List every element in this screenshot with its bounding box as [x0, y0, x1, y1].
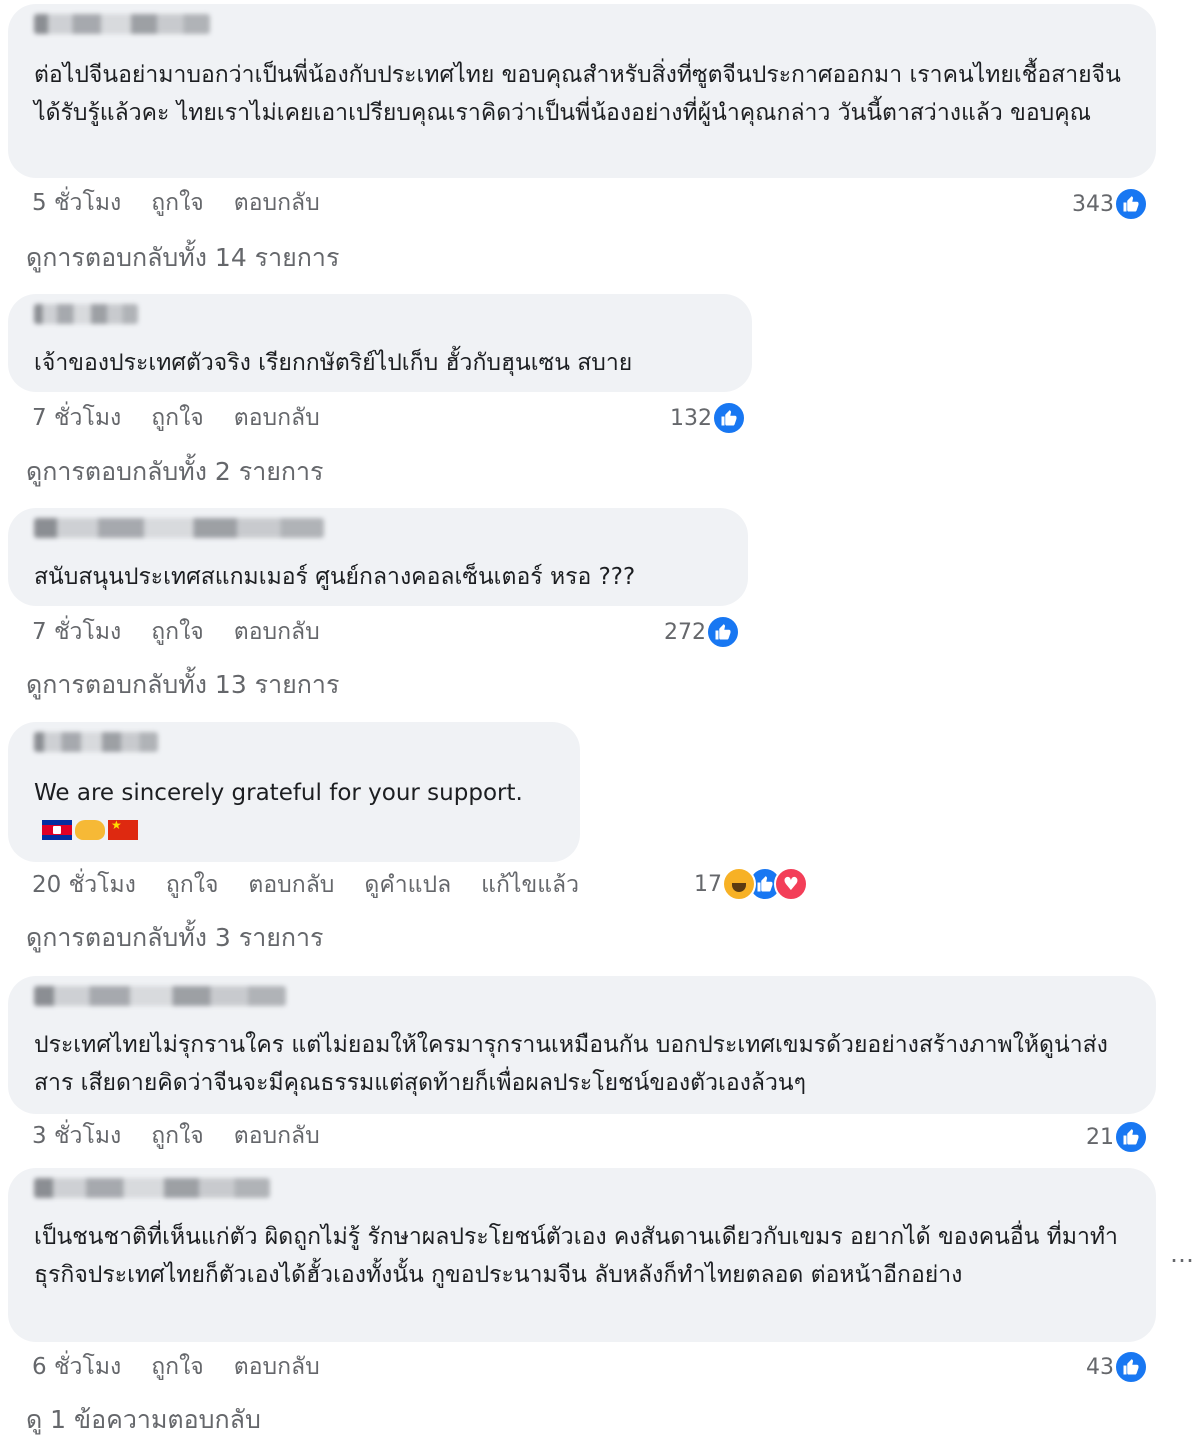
- comment-text: ต่อไปจีนอย่ามาบอกว่าเป็นพี่น้องกับประเทศ…: [34, 62, 1121, 126]
- love-reaction-icon: ♥: [774, 867, 808, 901]
- china-flag-icon: [108, 818, 138, 840]
- reply-button[interactable]: ตอบกลับ: [234, 1118, 320, 1154]
- emoji-row: [42, 818, 138, 840]
- comment-time[interactable]: 5 ชั่วโมง: [32, 185, 121, 221]
- reaction-count: 17: [694, 871, 722, 897]
- like-button[interactable]: ถูกใจ: [151, 1118, 204, 1154]
- comment-bubble: สนับสนุนประเทศสแกมเมอร์ ศูนย์กลางคอลเซ็น…: [8, 508, 748, 606]
- reaction-summary[interactable]: 21: [1086, 1119, 1148, 1155]
- reaction-count: 272: [664, 619, 706, 645]
- comment-actions: 3 ชั่วโมง ถูกใจ ตอบกลับ: [32, 1121, 350, 1151]
- like-thumb-icon: [706, 615, 740, 649]
- comment-bubble: เจ้าของประเทศตัวจริง เรียกกษัตริย์ไปเก็บ…: [8, 294, 752, 392]
- author-name-blurred[interactable]: [34, 304, 138, 324]
- reaction-count: 132: [670, 405, 712, 431]
- comment-time[interactable]: 3 ชั่วโมง: [32, 1118, 121, 1154]
- comment-time[interactable]: 7 ชั่วโมง: [32, 400, 121, 436]
- reaction-summary[interactable]: 132: [670, 400, 746, 436]
- reply-button[interactable]: ตอบกลับ: [234, 185, 320, 221]
- like-button[interactable]: ถูกใจ: [151, 400, 204, 436]
- comment-bubble: We are sincerely grateful for your suppo…: [8, 722, 580, 862]
- comment-text: We are sincerely grateful for your suppo…: [34, 780, 523, 806]
- more-options-icon[interactable]: …: [1170, 1240, 1194, 1268]
- like-thumb-icon: [1114, 1350, 1148, 1384]
- comment-bubble: เป็นชนชาติที่เห็นแก่ตัว ผิดถูกไม่รู้ รัก…: [8, 1168, 1156, 1342]
- cambodia-flag-icon: [42, 820, 72, 840]
- reaction-count: 21: [1086, 1124, 1114, 1150]
- reaction-count: 343: [1072, 191, 1114, 217]
- comment-text: ประเทศไทยไม่รุกรานใคร แต่ไม่ยอมให้ใครมาร…: [34, 1032, 1108, 1096]
- author-name-blurred[interactable]: [34, 986, 286, 1006]
- view-replies-link[interactable]: ดู 1 ข้อความตอบกลับ: [26, 1402, 261, 1438]
- view-replies-link[interactable]: ดูการตอบกลับทั้ง 13 รายการ: [26, 667, 339, 703]
- comment-text: สนับสนุนประเทศสแกมเมอร์ ศูนย์กลางคอลเซ็น…: [34, 564, 636, 590]
- reply-button[interactable]: ตอบกลับ: [234, 1349, 320, 1385]
- handshake-icon: [75, 820, 105, 840]
- reply-button[interactable]: ตอบกลับ: [234, 400, 320, 436]
- comment-text: เป็นชนชาติที่เห็นแก่ตัว ผิดถูกไม่รู้ รัก…: [34, 1224, 1118, 1288]
- haha-reaction-icon: [722, 867, 756, 901]
- author-name-blurred[interactable]: [34, 1178, 270, 1198]
- comment-time[interactable]: 7 ชั่วโมง: [32, 614, 121, 650]
- reaction-summary[interactable]: 343: [1072, 186, 1148, 222]
- reply-button[interactable]: ตอบกลับ: [248, 867, 334, 903]
- like-button[interactable]: ถูกใจ: [151, 1349, 204, 1385]
- edited-label: แก้ไขแล้ว: [481, 872, 580, 898]
- like-thumb-icon: [1114, 187, 1148, 221]
- comment-actions: 20 ชั่วโมง ถูกใจ ตอบกลับ ดูคำแปล แก้ไขแล…: [32, 870, 609, 900]
- comment-actions: 7 ชั่วโมง ถูกใจ ตอบกลับ: [32, 403, 350, 433]
- like-thumb-icon: [712, 401, 746, 435]
- reaction-summary[interactable]: 272: [664, 614, 740, 650]
- comment-actions: 5 ชั่วโมง ถูกใจ ตอบกลับ: [32, 188, 350, 218]
- like-button[interactable]: ถูกใจ: [151, 185, 204, 221]
- reply-button[interactable]: ตอบกลับ: [234, 614, 320, 650]
- comment-time[interactable]: 6 ชั่วโมง: [32, 1349, 121, 1385]
- view-replies-link[interactable]: ดูการตอบกลับทั้ง 14 รายการ: [26, 240, 339, 276]
- comment-bubble: ประเทศไทยไม่รุกรานใคร แต่ไม่ยอมให้ใครมาร…: [8, 976, 1156, 1114]
- author-name-blurred[interactable]: [34, 518, 324, 538]
- comment-actions: 6 ชั่วโมง ถูกใจ ตอบกลับ: [32, 1352, 350, 1382]
- reaction-summary[interactable]: 43: [1086, 1349, 1148, 1385]
- like-button[interactable]: ถูกใจ: [151, 614, 204, 650]
- author-name-blurred[interactable]: [34, 732, 158, 752]
- comment-bubble: ต่อไปจีนอย่ามาบอกว่าเป็นพี่น้องกับประเทศ…: [8, 4, 1156, 178]
- comment-text: เจ้าของประเทศตัวจริง เรียกกษัตริย์ไปเก็บ…: [34, 350, 633, 376]
- reaction-summary[interactable]: 17 ♥: [694, 866, 808, 902]
- comment-time[interactable]: 20 ชั่วโมง: [32, 867, 136, 903]
- author-name-blurred[interactable]: [34, 14, 210, 34]
- view-replies-link[interactable]: ดูการตอบกลับทั้ง 2 รายการ: [26, 454, 324, 490]
- view-replies-link[interactable]: ดูการตอบกลับทั้ง 3 รายการ: [26, 920, 324, 956]
- like-button[interactable]: ถูกใจ: [166, 867, 219, 903]
- comment-actions: 7 ชั่วโมง ถูกใจ ตอบกลับ: [32, 617, 350, 647]
- see-translation-button[interactable]: ดูคำแปล: [364, 867, 451, 903]
- reaction-count: 43: [1086, 1354, 1114, 1380]
- like-thumb-icon: [1114, 1120, 1148, 1154]
